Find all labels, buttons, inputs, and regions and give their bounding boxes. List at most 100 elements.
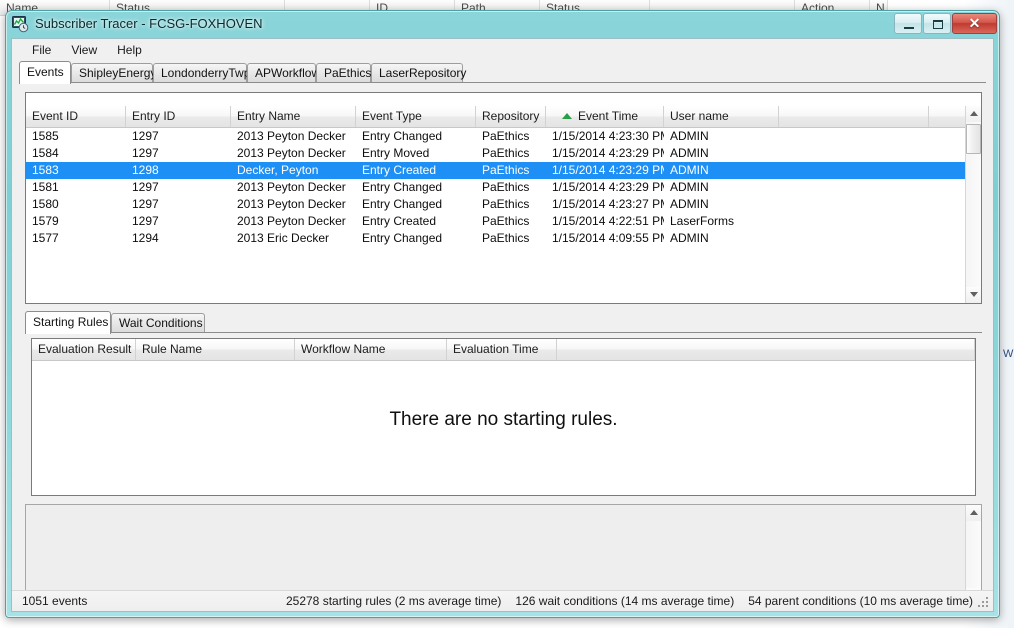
background-sliver-text: W xyxy=(1003,348,1014,360)
column-header-filler xyxy=(557,339,975,360)
cell-user-name: ADMIN xyxy=(670,231,709,245)
scroll-up-arrow[interactable] xyxy=(966,106,981,122)
starting-rules-panel: Evaluation Result Rule Name Workflow Name E… xyxy=(31,338,976,496)
grip-dot xyxy=(982,605,984,607)
tab-wait-conditions[interactable]: Wait Conditions xyxy=(111,313,205,333)
tab-shipleyenergy[interactable]: ShipleyEnergy xyxy=(71,63,156,83)
minimize-button[interactable] xyxy=(894,13,922,34)
cell-entry-name: 2013 Peyton Decker xyxy=(237,129,346,143)
events-grid-panel: Event ID Entry ID Entry Name Event Type Repo… xyxy=(25,92,982,304)
scroll-down-arrow[interactable] xyxy=(966,287,981,303)
cell-repository: PaEthics xyxy=(482,231,530,245)
table-row[interactable]: 1585 1297 2013 Peyton Decker Entry Changed P… xyxy=(26,128,981,145)
window-title: Subscriber Tracer - FCSG-FOXHOVEN xyxy=(35,16,263,31)
column-header-label: Event Time xyxy=(578,109,639,123)
tab-label: APWorkflow xyxy=(255,66,321,80)
table-row[interactable]: 1580 1297 2013 Peyton Decker Entry Changed P… xyxy=(26,196,981,213)
cell-entry-name: 2013 Peyton Decker xyxy=(237,146,346,160)
column-header-rule-name[interactable]: Rule Name xyxy=(136,339,295,360)
column-header-user-name[interactable]: User name xyxy=(664,106,779,127)
empty-state-message: There are no starting rules. xyxy=(389,409,618,430)
cell-user-name: ADMIN xyxy=(670,180,709,194)
tab-label: PaEthics xyxy=(324,66,372,80)
cell-user-name: ADMIN xyxy=(670,129,709,143)
cell-event-type: Entry Changed xyxy=(362,129,443,143)
tab-starting-rules[interactable]: Starting Rules xyxy=(25,311,111,334)
status-bar: 1051 events 25278 starting rules (2 ms a… xyxy=(12,590,993,611)
events-grid-scrollbar[interactable] xyxy=(965,106,981,303)
maximize-icon xyxy=(933,20,943,29)
cell-event-id: 1581 xyxy=(32,180,59,194)
cell-user-name: ADMIN xyxy=(670,146,709,160)
cell-filler xyxy=(779,179,929,196)
chevron-up-icon xyxy=(970,510,978,515)
cell-event-type: Entry Changed xyxy=(362,231,443,245)
tab-label: Wait Conditions xyxy=(119,316,203,330)
column-header-label: Event Type xyxy=(362,109,422,123)
cell-repository: PaEthics xyxy=(482,180,530,194)
table-row[interactable]: 1583 1298 Decker, Peyton Entry Created PaEth… xyxy=(26,162,981,179)
rules-tabstrip: Starting Rules Wait Conditions xyxy=(25,311,982,334)
column-header-event-id[interactable]: Event ID xyxy=(26,106,126,127)
tab-label: Starting Rules xyxy=(33,315,109,329)
cell-event-time: 1/15/2014 4:23:29 PM xyxy=(552,146,664,160)
grip-dot xyxy=(978,605,980,607)
menu-item-view[interactable]: View xyxy=(61,41,107,59)
cell-filler xyxy=(779,213,929,230)
status-event-count: 1051 events xyxy=(22,594,88,608)
menu-bar: File View Help xyxy=(12,39,993,60)
column-header-evaluation-time[interactable]: Evaluation Time xyxy=(447,339,557,360)
column-header-entry-name[interactable]: Entry Name xyxy=(231,106,356,127)
status-starting-rules: 25278 starting rules (2 ms average time) xyxy=(285,594,502,608)
cell-filler xyxy=(779,128,929,145)
tab-apworkflow[interactable]: APWorkflow xyxy=(247,63,320,83)
rules-tabstrip-underline xyxy=(25,332,982,333)
menu-item-file[interactable]: File xyxy=(22,41,61,59)
close-button[interactable]: ✕ xyxy=(952,13,997,34)
sort-ascending-icon xyxy=(562,113,572,119)
column-header-workflow-name[interactable]: Workflow Name xyxy=(295,339,447,360)
cell-user-name: LaserForms xyxy=(670,214,735,228)
cell-filler xyxy=(779,145,929,162)
column-header-event-type[interactable]: Event Type xyxy=(356,106,476,127)
tab-label: Events xyxy=(27,65,64,79)
scroll-thumb[interactable] xyxy=(966,124,981,154)
column-header-evaluation-result[interactable]: Evaluation Result xyxy=(32,339,136,360)
title-bar[interactable]: Subscriber Tracer - FCSG-FOXHOVEN ✕ xyxy=(5,10,1000,38)
cell-repository: PaEthics xyxy=(482,163,530,177)
cell-entry-name: 2013 Peyton Decker xyxy=(237,197,346,211)
cell-entry-id: 1297 xyxy=(132,180,159,194)
tab-paethics[interactable]: PaEthics xyxy=(316,63,371,83)
tab-londonderrytwp[interactable]: LondonderryTwp xyxy=(153,63,251,83)
table-row[interactable]: 1579 1297 2013 Peyton Decker Entry Created P… xyxy=(26,213,981,230)
menu-item-help[interactable]: Help xyxy=(107,41,152,59)
maximize-button[interactable] xyxy=(923,13,951,34)
repository-tabstrip: Events ShipleyEnergy LondonderryTwp APWorkf… xyxy=(19,61,986,84)
resize-grip[interactable] xyxy=(978,597,990,609)
events-grid-body[interactable]: 1585 1297 2013 Peyton Decker Entry Changed P… xyxy=(26,128,981,288)
column-header-label: Entry Name xyxy=(237,109,301,123)
cell-entry-id: 1297 xyxy=(132,129,159,143)
status-wait-conditions: 126 wait conditions (14 ms average time) xyxy=(515,594,735,608)
cell-entry-id: 1297 xyxy=(132,197,159,211)
table-row[interactable]: 1581 1297 2013 Peyton Decker Entry Changed P… xyxy=(26,179,981,196)
column-header-event-time[interactable]: Event Time xyxy=(546,106,664,127)
cell-user-name: ADMIN xyxy=(670,197,709,211)
scroll-up-arrow[interactable] xyxy=(966,505,981,521)
tab-laserrepository[interactable]: LaserRepository xyxy=(371,63,466,83)
repository-tabstrip-underline xyxy=(19,82,986,83)
tab-events[interactable]: Events xyxy=(19,61,71,84)
cell-event-time: 1/15/2014 4:23:30 PM xyxy=(552,129,664,143)
tab-label: LondonderryTwp xyxy=(161,66,251,80)
column-header-label: Event ID xyxy=(32,109,79,123)
cell-user-name: ADMIN xyxy=(670,163,709,177)
cell-entry-id: 1297 xyxy=(132,214,159,228)
cell-entry-name: 2013 Peyton Decker xyxy=(237,180,346,194)
cell-repository: PaEthics xyxy=(482,129,530,143)
column-header-repository[interactable]: Repository xyxy=(476,106,546,127)
table-row[interactable]: 1577 1294 2013 Eric Decker Entry Changed PaE… xyxy=(26,230,981,247)
column-header-entry-id[interactable]: Entry ID xyxy=(126,106,231,127)
cell-event-type: Entry Changed xyxy=(362,180,443,194)
cell-event-type: Entry Created xyxy=(362,214,437,228)
table-row[interactable]: 1584 1297 2013 Peyton Decker Entry Moved PaE… xyxy=(26,145,981,162)
